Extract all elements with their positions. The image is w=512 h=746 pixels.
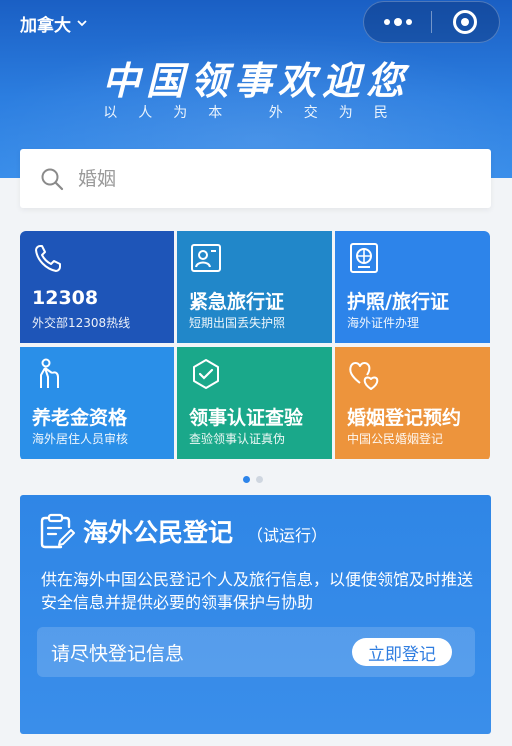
phone-icon bbox=[35, 245, 61, 272]
id-card-icon bbox=[191, 244, 221, 272]
registration-prompt: 请尽快登记信息 bbox=[51, 642, 185, 665]
tile-subtitle: 海外证件办理 bbox=[347, 316, 420, 330]
tile-title: 养老金资格 bbox=[32, 407, 128, 429]
pager-dot[interactable] bbox=[256, 476, 263, 483]
tile-marriage[interactable]: 婚姻登记预约 中国公民婚姻登记 bbox=[335, 347, 490, 459]
tile-subtitle: 短期出国丢失护照 bbox=[189, 316, 286, 330]
registration-title: 海外公民登记 bbox=[83, 518, 234, 547]
hero-title: 中国领事欢迎您 bbox=[101, 58, 410, 103]
clipboard-edit-icon bbox=[40, 513, 75, 549]
search-box[interactable] bbox=[20, 149, 491, 208]
tile-subtitle: 海外居住人员审核 bbox=[32, 432, 129, 446]
registration-description: 供在海外中国公民登记个人及旅行信息，以便使领馆及时推送安全信息并提供必要的领事保… bbox=[41, 570, 474, 612]
hero-subtitle: 以人为本 外交为民 bbox=[103, 105, 409, 121]
service-grid: 12308 外交部12308热线 紧急旅行证 短期出国丢失护照 护照/旅行证 海… bbox=[20, 231, 490, 461]
target-circle-icon bbox=[453, 10, 478, 34]
tile-subtitle: 外交部12308热线 bbox=[32, 316, 131, 330]
tile-title: 婚姻登记预约 bbox=[347, 407, 462, 429]
more-dots-icon bbox=[383, 17, 412, 26]
tile-pension[interactable]: 养老金资格 海外居住人员审核 bbox=[20, 347, 174, 459]
tile-consular-verification[interactable]: 领事认证查验 查验领事认证真伪 bbox=[177, 347, 332, 459]
hearts-icon bbox=[349, 362, 379, 390]
passport-icon bbox=[350, 243, 378, 273]
overseas-registration-card: 海外公民登记 （试运行） 供在海外中国公民登记个人及旅行信息，以便使领馆及时推送… bbox=[20, 495, 491, 734]
tile-title: 护照/旅行证 bbox=[347, 291, 449, 313]
tile-subtitle: 查验领事认证真伪 bbox=[189, 432, 286, 446]
region-label: 加拿大 bbox=[20, 15, 71, 36]
tile-title: 紧急旅行证 bbox=[189, 291, 285, 313]
elderly-icon bbox=[40, 358, 59, 388]
tile-subtitle: 中国公民婚姻登记 bbox=[347, 432, 444, 446]
shield-check-icon bbox=[193, 359, 219, 389]
close-mini-program-button[interactable] bbox=[432, 2, 499, 42]
search-icon bbox=[41, 168, 64, 190]
tile-hotline[interactable]: 12308 外交部12308热线 bbox=[20, 231, 174, 343]
tile-title: 12308 bbox=[32, 287, 99, 309]
search-input[interactable] bbox=[78, 167, 458, 190]
carousel-pager bbox=[243, 476, 263, 483]
trial-tag: （试运行） bbox=[247, 526, 328, 545]
mini-program-capsule bbox=[363, 1, 500, 43]
tile-emergency-travel-doc[interactable]: 紧急旅行证 短期出国丢失护照 bbox=[177, 231, 332, 343]
register-now-button[interactable]: 立即登记 bbox=[352, 638, 452, 666]
more-menu-button[interactable] bbox=[364, 2, 431, 42]
tile-title: 领事认证查验 bbox=[189, 407, 304, 429]
chevron-down-icon bbox=[77, 20, 87, 27]
tile-passport[interactable]: 护照/旅行证 海外证件办理 bbox=[335, 231, 490, 343]
registration-prompt-bar: 请尽快登记信息 立即登记 bbox=[37, 627, 475, 677]
pager-dot-active[interactable] bbox=[243, 476, 250, 483]
region-selector[interactable]: 加拿大 bbox=[20, 10, 87, 36]
